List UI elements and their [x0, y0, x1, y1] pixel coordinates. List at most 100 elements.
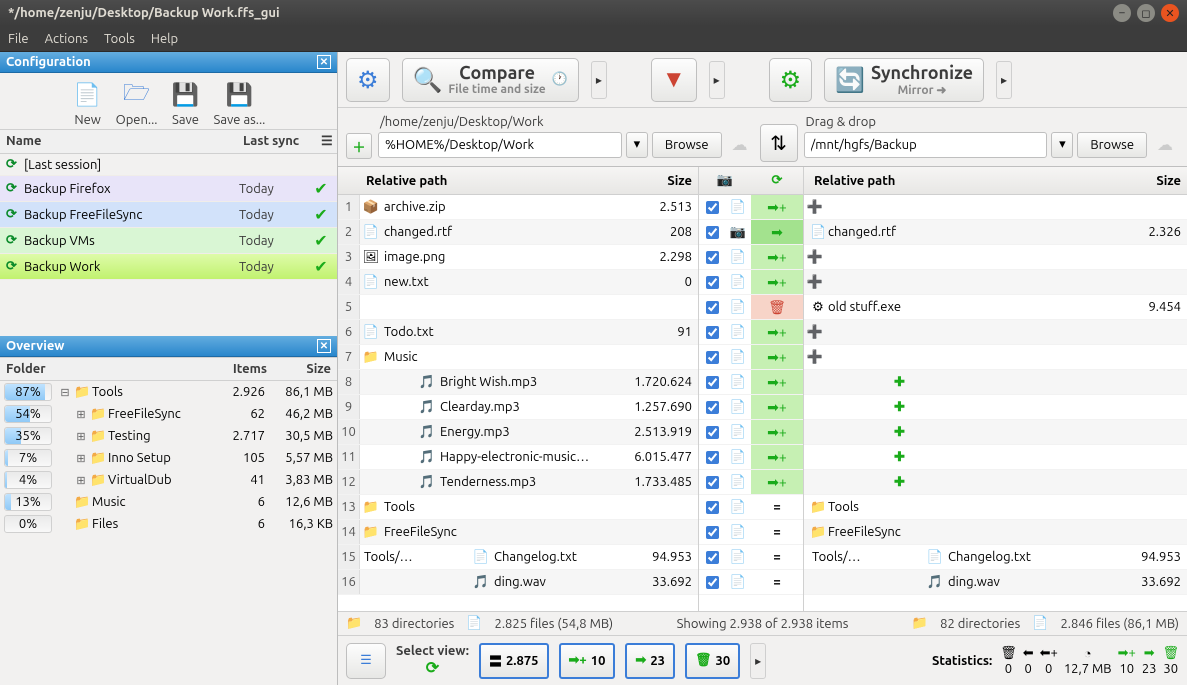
menu-tools[interactable]: Tools [104, 32, 135, 46]
row-checkbox[interactable] [706, 276, 719, 289]
row-checkbox[interactable] [706, 201, 719, 214]
grid-row[interactable]: 7📁Music [338, 345, 698, 370]
mid-row[interactable]: 📷➡ [699, 220, 803, 245]
new-button[interactable]: 📄New [72, 79, 104, 127]
view-list-button[interactable]: ☰ [346, 643, 386, 679]
right-col-relpath[interactable]: Relative path [804, 174, 1109, 188]
menu-file[interactable]: File [8, 32, 29, 46]
grid-row[interactable]: 12🎵Tenderness.mp31.733.485 [338, 470, 698, 495]
grid-row[interactable]: ✚ [804, 420, 1187, 445]
config-item[interactable]: ⟳Backup FirefoxToday✔ [0, 176, 337, 202]
grid-row[interactable]: 13📁Tools [338, 495, 698, 520]
compare-settings-button[interactable]: ⚙ [346, 58, 390, 102]
menu-actions[interactable]: Actions [45, 32, 88, 46]
row-checkbox[interactable] [706, 476, 719, 489]
grid-row[interactable]: 🎵ding.wav33.692 [804, 570, 1187, 595]
expander-icon[interactable]: ⊞ [72, 474, 90, 487]
right-path-dropdown[interactable]: ▾ [1051, 132, 1073, 158]
mid-row[interactable]: 📄➡+ [699, 420, 803, 445]
grid-row[interactable]: ✚ [804, 470, 1187, 495]
refresh-icon[interactable]: ⟳ [751, 173, 803, 188]
grid-row[interactable]: 10🎵Energy.mp32.513.919 [338, 420, 698, 445]
grid-row[interactable]: 2📄changed.rtf208 [338, 220, 698, 245]
grid-row[interactable]: 📁Tools [804, 495, 1187, 520]
overview-row[interactable]: 35%⊞📁Testing2.71730,5 MB [0, 425, 337, 447]
expander-icon[interactable]: ⊞ [72, 452, 90, 465]
grid-row[interactable]: ➕ [804, 270, 1187, 295]
col-size[interactable]: Size [273, 358, 337, 380]
menu-help[interactable]: Help [151, 32, 178, 46]
overview-row[interactable]: 4%⊞📁VirtualDub413,83 MB [0, 469, 337, 491]
mid-row[interactable]: 📄➡+ [699, 445, 803, 470]
overview-row[interactable]: 0%📁Files616,3 KB [0, 513, 337, 535]
row-checkbox[interactable] [706, 451, 719, 464]
camera-icon[interactable]: 📷 [699, 173, 751, 188]
row-checkbox[interactable] [706, 551, 719, 564]
mid-row[interactable]: 📄➡+ [699, 245, 803, 270]
left-col-relpath[interactable]: Relative path [360, 174, 620, 188]
overview-row[interactable]: 54%⊞📁FreeFileSync6246,2 MB [0, 403, 337, 425]
save-button[interactable]: 💾Save [170, 79, 202, 127]
cloud-left-icon[interactable]: ☁ [726, 132, 754, 158]
grid-row[interactable]: 11🎵Happy-electronic-music…6.015.477 [338, 445, 698, 470]
overview-row[interactable]: 13%📁Music612,6 MB [0, 491, 337, 513]
mid-row[interactable]: 📄➡+ [699, 395, 803, 420]
grid-row[interactable]: ➕ [804, 320, 1187, 345]
cloud-right-icon[interactable]: ☁ [1151, 132, 1179, 158]
compare-dropdown[interactable]: ▸ [591, 61, 607, 99]
col-lastsync[interactable]: Last sync [237, 130, 315, 153]
grid-row[interactable]: 1📦archive.zip2.513 [338, 195, 698, 220]
grid-row[interactable]: 8🎵Bright Wish.mp31.720.624 [338, 370, 698, 395]
mid-row[interactable]: 📄= [699, 545, 803, 570]
grid-row[interactable]: 14📁FreeFileSync [338, 520, 698, 545]
sync-dropdown[interactable]: ▸ [996, 61, 1012, 99]
overview-close-icon[interactable]: ✕ [317, 339, 331, 353]
mid-row[interactable]: 📄➡+ [699, 195, 803, 220]
mid-row[interactable]: 📄= [699, 570, 803, 595]
view-update-button[interactable]: ➡23 [625, 643, 675, 679]
left-path-input[interactable] [378, 132, 622, 158]
config-item[interactable]: ⟳[Last session] [0, 154, 337, 176]
grid-row[interactable]: ➕ [804, 245, 1187, 270]
mid-row[interactable]: 📄➡+ [699, 320, 803, 345]
sync-settings-button[interactable]: ⚙ [769, 58, 813, 102]
grid-row[interactable]: ✚ [804, 370, 1187, 395]
col-name[interactable]: Name [0, 130, 237, 153]
row-checkbox[interactable] [706, 301, 719, 314]
row-checkbox[interactable] [706, 401, 719, 414]
grid-row[interactable]: 4📄new.txt0 [338, 270, 698, 295]
left-browse-button[interactable]: Browse [652, 132, 722, 158]
grid-row[interactable]: 15Tools/…📄Changelog.txt94.953 [338, 545, 698, 570]
overview-row[interactable]: 7%⊞📁Inno Setup1055,57 MB [0, 447, 337, 469]
mid-row[interactable]: 📄➡+ [699, 370, 803, 395]
filter-button[interactable]: ▼ [651, 58, 697, 102]
right-path-input[interactable] [804, 132, 1048, 158]
compare-button[interactable]: 🔍 CompareFile time and size 🕐 [402, 58, 579, 102]
right-col-size[interactable]: Size [1109, 174, 1187, 188]
expander-icon[interactable]: ⊟ [56, 386, 74, 399]
view-delete-button[interactable]: 🗑30 [685, 643, 740, 679]
row-checkbox[interactable] [706, 226, 719, 239]
row-checkbox[interactable] [706, 426, 719, 439]
add-pair-button[interactable]: ＋ [346, 133, 372, 159]
config-item[interactable]: ⟳Backup FreeFileSyncToday✔ [0, 202, 337, 228]
maximize-button[interactable]: ◻ [1137, 4, 1155, 22]
row-checkbox[interactable] [706, 576, 719, 589]
view-equal-button[interactable]: 〓2.875 [479, 643, 549, 679]
row-checkbox[interactable] [706, 501, 719, 514]
synchronize-button[interactable]: 🔄 SynchronizeMirror ➜ [824, 58, 984, 102]
view-more-button[interactable]: ▸ [750, 643, 766, 679]
col-folder[interactable]: Folder [0, 358, 223, 380]
grid-row[interactable]: ✚ [804, 445, 1187, 470]
swap-button[interactable]: ⇅ [760, 124, 798, 162]
grid-row[interactable]: 16🎵ding.wav33.692 [338, 570, 698, 595]
saveas-button[interactable]: 💾Save as... [214, 79, 266, 127]
grid-row[interactable]: 9🎵Clearday.mp31.257.690 [338, 395, 698, 420]
row-checkbox[interactable] [706, 351, 719, 364]
grid-row[interactable]: 6📄Todo.txt91 [338, 320, 698, 345]
filter-dropdown[interactable]: ▸ [709, 61, 725, 99]
mid-row[interactable]: 📄= [699, 495, 803, 520]
row-checkbox[interactable] [706, 326, 719, 339]
row-checkbox[interactable] [706, 251, 719, 264]
config-item[interactable]: ⟳Backup WorkToday✔ [0, 254, 337, 280]
